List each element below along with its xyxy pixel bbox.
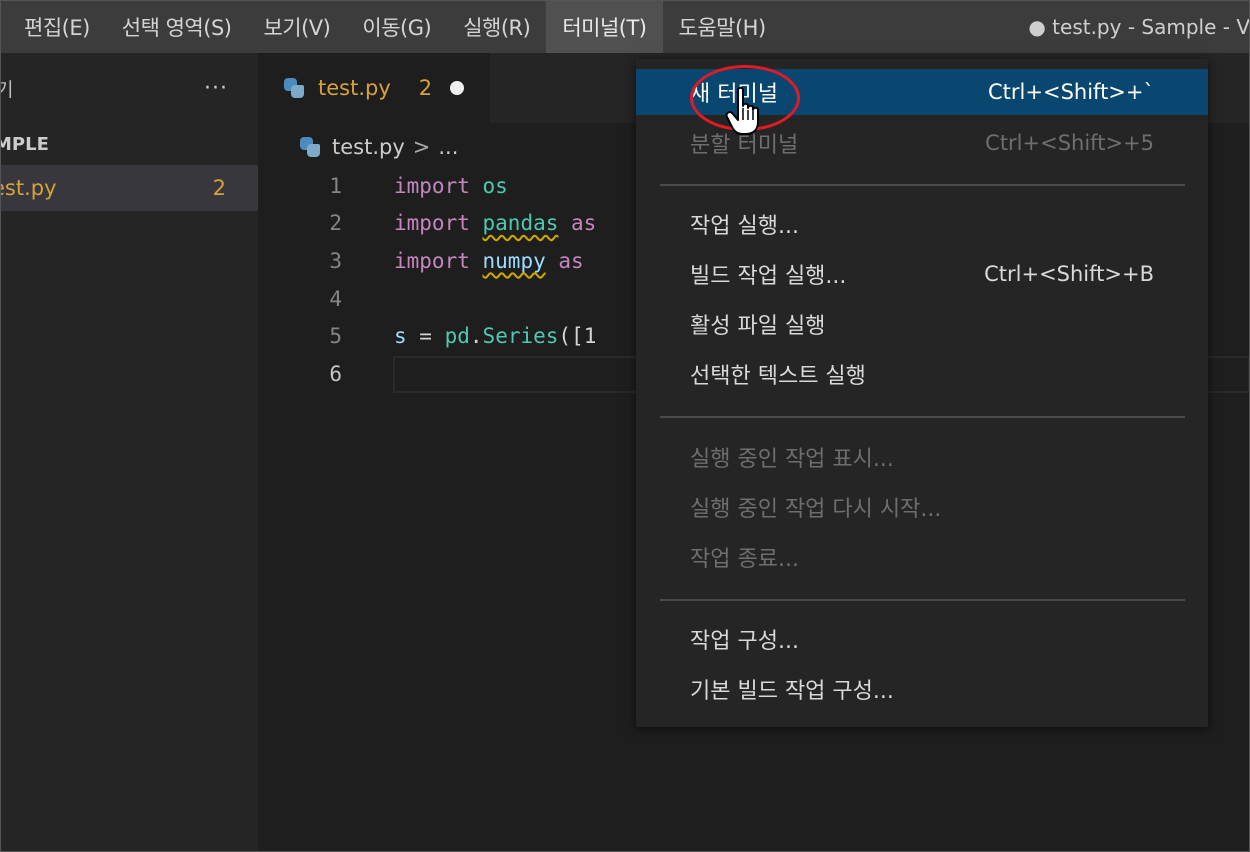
menu-item-label: 활성 파일 실행 bbox=[690, 314, 826, 339]
menu-terminal[interactable]: 터미널(T) bbox=[546, 0, 663, 53]
code-text: import os bbox=[394, 174, 508, 198]
explorer-sidebar: 기 ··· MPLE est.py 2 bbox=[0, 53, 258, 852]
menu-separator bbox=[660, 416, 1185, 418]
menu-item-run-task[interactable]: 작업 실행... bbox=[636, 201, 1208, 247]
problems-count: 2 bbox=[212, 176, 226, 200]
breadcrumb-separator-icon: > bbox=[412, 135, 431, 159]
python-file-icon bbox=[284, 78, 304, 98]
menu-item-label: 빌드 작업 실행... bbox=[690, 264, 847, 289]
code-text: import numpy as bbox=[394, 249, 584, 273]
menu-item-label: 선택한 텍스트 실행 bbox=[690, 364, 866, 389]
explorer-title: 기 bbox=[0, 78, 14, 101]
code-token: ([1 bbox=[558, 324, 597, 349]
menu-item-shortcut: Ctrl+<Shift>+5 bbox=[985, 131, 1154, 155]
code-token: import bbox=[394, 211, 470, 236]
code-token: as bbox=[558, 248, 584, 273]
more-actions-icon[interactable]: ··· bbox=[204, 76, 228, 101]
menu-edit[interactable]: 편집(E) bbox=[0, 0, 106, 53]
menu-separator bbox=[660, 599, 1185, 601]
menu-run[interactable]: 실행(R) bbox=[447, 0, 546, 53]
menu-item-show-running-tasks: 실행 중인 작업 표시... bbox=[636, 434, 1208, 480]
code-token: pd bbox=[444, 324, 470, 349]
menu-item-run-selected-text[interactable]: 선택한 텍스트 실행 bbox=[636, 351, 1208, 397]
explorer-file-test-py[interactable]: est.py 2 bbox=[0, 165, 258, 211]
menu-item-configure-default-build-task[interactable]: 기본 빌드 작업 구성... bbox=[636, 666, 1208, 712]
file-name: est.py bbox=[0, 176, 57, 200]
line-number: 6 bbox=[329, 361, 342, 386]
menu-item-label: 기본 빌드 작업 구성... bbox=[690, 679, 894, 704]
code-token: pandas bbox=[482, 211, 559, 236]
menu-item-label: 실행 중인 작업 표시... bbox=[690, 447, 894, 472]
menu-item-run-active-file[interactable]: 활성 파일 실행 bbox=[636, 301, 1208, 347]
hand-pointer-icon bbox=[725, 86, 759, 135]
menu-item-label: 작업 실행... bbox=[690, 214, 799, 239]
unsaved-dot-icon[interactable] bbox=[450, 81, 465, 95]
breadcrumb: test.py > ... bbox=[300, 128, 458, 166]
line-number: 3 bbox=[329, 248, 342, 273]
code-token: import bbox=[394, 248, 470, 273]
tab-problems-count: 2 bbox=[418, 76, 433, 100]
menu-bar: 편집(E) 선택 영역(S) 보기(V) 이동(G) 실행(R) 터미널(T) … bbox=[0, 0, 1250, 53]
line-number: 2 bbox=[329, 211, 342, 236]
menu-view[interactable]: 보기(V) bbox=[247, 0, 346, 53]
line-number: 1 bbox=[329, 173, 342, 198]
line-number: 4 bbox=[329, 286, 342, 311]
menu-item-run-build-task[interactable]: 빌드 작업 실행... Ctrl+<Shift>+B bbox=[636, 251, 1208, 297]
menu-item-label: 작업 구성... bbox=[690, 629, 799, 654]
code-token: s bbox=[394, 324, 407, 349]
terminal-menu: 새 터미널 Ctrl+<Shift>+` 분할 터미널 Ctrl+<Shift>… bbox=[636, 59, 1208, 727]
tab-test-py[interactable]: test.py 2 bbox=[258, 53, 490, 123]
menu-item-terminate-task: 작업 종료... bbox=[636, 534, 1208, 580]
menu-item-shortcut: Ctrl+<Shift>+B bbox=[984, 262, 1154, 286]
line-number: 5 bbox=[329, 324, 342, 349]
code-token: numpy bbox=[482, 248, 546, 273]
code-text: import pandas as bbox=[394, 211, 596, 235]
window-title: ● test.py - Sample - V bbox=[1028, 14, 1250, 39]
code-token: import bbox=[394, 173, 470, 198]
code-token: as bbox=[571, 211, 597, 236]
explorer-header: 기 ··· bbox=[0, 53, 258, 123]
menu-separator bbox=[660, 184, 1185, 186]
breadcrumb-symbols[interactable]: ... bbox=[438, 135, 458, 159]
workspace-folder[interactable]: MPLE bbox=[0, 123, 258, 165]
code-token: os bbox=[482, 173, 508, 198]
menu-selection[interactable]: 선택 영역(S) bbox=[106, 0, 248, 53]
menu-item-label: 실행 중인 작업 다시 시작... bbox=[690, 497, 942, 522]
menu-item-restart-running-task: 실행 중인 작업 다시 시작... bbox=[636, 484, 1208, 530]
code-token: = bbox=[406, 324, 445, 349]
menu-item-label: 작업 종료... bbox=[690, 547, 799, 572]
code-text: s = pd.Series([1 bbox=[394, 324, 596, 348]
menu-go[interactable]: 이동(G) bbox=[346, 0, 447, 53]
menu-item-shortcut: Ctrl+<Shift>+` bbox=[988, 80, 1154, 104]
menu-item-configure-tasks[interactable]: 작업 구성... bbox=[636, 616, 1208, 662]
code-token: Series bbox=[482, 324, 559, 349]
python-file-icon bbox=[300, 137, 320, 157]
tab-label: test.py bbox=[318, 76, 391, 100]
code-token: . bbox=[469, 324, 483, 349]
menu-help[interactable]: 도움말(H) bbox=[663, 0, 782, 53]
breadcrumb-file[interactable]: test.py bbox=[332, 135, 405, 159]
